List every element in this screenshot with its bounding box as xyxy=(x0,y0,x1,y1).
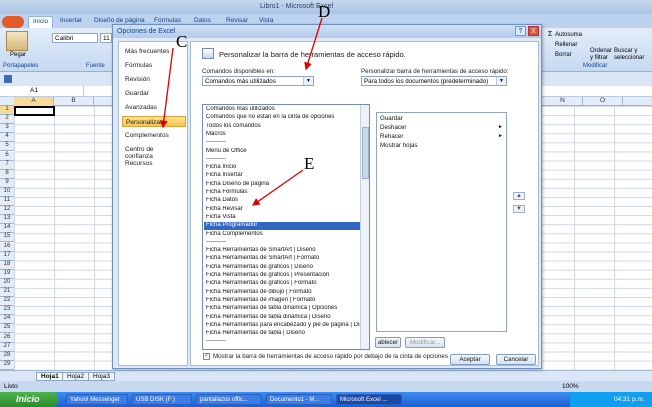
arrow-e xyxy=(251,169,304,206)
annotation-arrows xyxy=(159,17,323,206)
annotation-d: D xyxy=(318,2,331,21)
arrow-d xyxy=(304,17,323,71)
arrow-c xyxy=(159,47,174,129)
annotation-c: C xyxy=(176,32,188,51)
annotation-e: E xyxy=(304,154,315,173)
